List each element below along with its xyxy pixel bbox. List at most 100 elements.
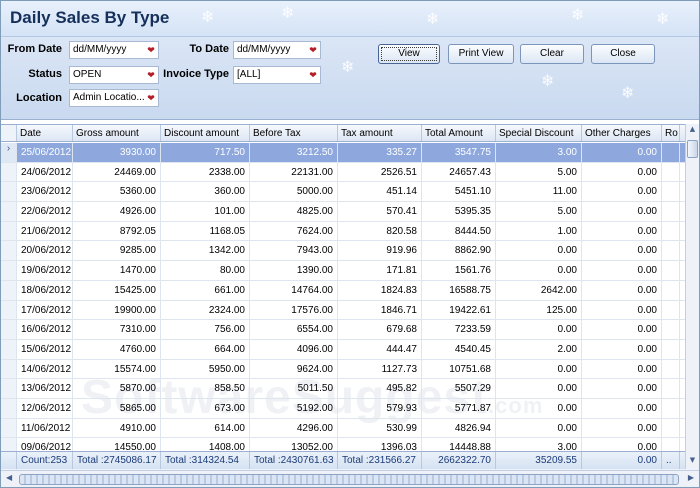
- table-cell[interactable]: 570.41: [338, 202, 422, 221]
- table-cell[interactable]: 5.00: [496, 202, 582, 221]
- table-cell[interactable]: 0.00: [582, 359, 662, 379]
- scroll-down-icon[interactable]: ▼: [686, 456, 699, 468]
- table-cell[interactable]: 19422.61: [422, 300, 496, 320]
- column-header[interactable]: Total Amount: [422, 125, 496, 141]
- table-cell[interactable]: [662, 379, 680, 398]
- table-cell[interactable]: 13/06/2012: [17, 379, 73, 398]
- table-row[interactable]: 16/06/2012 7310.00 756.00 6554.00 679.68 7233…: [1, 320, 685, 340]
- row-indicator[interactable]: [1, 300, 17, 320]
- column-header[interactable]: Tax amount: [338, 125, 422, 141]
- table-cell[interactable]: 2324.00: [161, 300, 250, 320]
- table-cell[interactable]: 1396.03: [338, 438, 422, 451]
- table-cell[interactable]: 1.00: [496, 221, 582, 241]
- table-cell[interactable]: [662, 182, 680, 202]
- table-cell[interactable]: 0.00: [582, 300, 662, 320]
- table-cell[interactable]: 101.00: [161, 202, 250, 221]
- from-date-field[interactable]: dd/MM/yyyy ❤: [69, 41, 159, 59]
- table-cell[interactable]: 5507.29: [422, 379, 496, 398]
- table-cell[interactable]: 17/06/2012: [17, 300, 73, 320]
- table-cell[interactable]: 15574.00: [73, 359, 161, 379]
- table-cell[interactable]: 2338.00: [161, 162, 250, 182]
- location-select[interactable]: Admin Locatio... ❤: [69, 89, 159, 107]
- table-cell[interactable]: [662, 320, 680, 339]
- table-cell[interactable]: 11/06/2012: [17, 418, 73, 438]
- horizontal-scroll-thumb[interactable]: [19, 474, 679, 485]
- table-cell[interactable]: 15425.00: [73, 280, 161, 300]
- table-cell[interactable]: 7310.00: [73, 320, 161, 339]
- table-cell[interactable]: 0.00: [496, 261, 582, 280]
- table-cell[interactable]: 820.58: [338, 221, 422, 241]
- table-cell[interactable]: 9285.00: [73, 241, 161, 261]
- row-indicator[interactable]: [1, 202, 17, 221]
- view-button[interactable]: View: [378, 44, 440, 64]
- table-cell[interactable]: 0.00: [582, 221, 662, 241]
- table-cell[interactable]: 0.00: [582, 320, 662, 339]
- table-cell[interactable]: 0.00: [582, 280, 662, 300]
- table-cell[interactable]: 0.00: [582, 438, 662, 451]
- table-row[interactable]: 12/06/2012 5865.00 673.00 5192.00 579.93 5771…: [1, 398, 685, 419]
- table-cell[interactable]: 14550.00: [73, 438, 161, 451]
- chevron-down-icon[interactable]: ❤: [146, 69, 156, 81]
- row-indicator[interactable]: [1, 379, 17, 398]
- table-cell[interactable]: 25/06/2012: [17, 143, 73, 162]
- table-row[interactable]: 18/06/2012 15425.00 661.00 14764.00 1824.83 1…: [1, 280, 685, 301]
- table-cell[interactable]: 8792.05: [73, 221, 161, 241]
- table-cell[interactable]: 495.82: [338, 379, 422, 398]
- table-cell[interactable]: 22131.00: [250, 162, 338, 182]
- table-cell[interactable]: 5771.87: [422, 398, 496, 418]
- table-cell[interactable]: 15/06/2012: [17, 339, 73, 359]
- row-indicator[interactable]: [1, 398, 17, 418]
- table-cell[interactable]: 14/06/2012: [17, 359, 73, 379]
- table-cell[interactable]: 23/06/2012: [17, 182, 73, 202]
- table-cell[interactable]: 20/06/2012: [17, 241, 73, 261]
- table-cell[interactable]: 6554.00: [250, 320, 338, 339]
- table-cell[interactable]: 5395.35: [422, 202, 496, 221]
- table-cell[interactable]: 5950.00: [161, 359, 250, 379]
- clear-button[interactable]: Clear: [520, 44, 584, 64]
- table-cell[interactable]: 24657.43: [422, 162, 496, 182]
- table-cell[interactable]: [662, 261, 680, 280]
- table-row[interactable]: › 25/06/2012 3930.00 717.50 3212.50 335.27 354…: [1, 143, 685, 163]
- table-cell[interactable]: 13052.00: [250, 438, 338, 451]
- table-cell[interactable]: 24/06/2012: [17, 162, 73, 182]
- table-cell[interactable]: 335.27: [338, 143, 422, 162]
- table-cell[interactable]: 5000.00: [250, 182, 338, 202]
- table-cell[interactable]: 22/06/2012: [17, 202, 73, 221]
- table-row[interactable]: 23/06/2012 5360.00 360.00 5000.00 451.14 5451…: [1, 182, 685, 203]
- table-cell[interactable]: 1470.00: [73, 261, 161, 280]
- table-cell[interactable]: 4296.00: [250, 418, 338, 438]
- table-cell[interactable]: 717.50: [161, 143, 250, 162]
- table-cell[interactable]: 3930.00: [73, 143, 161, 162]
- scroll-right-icon[interactable]: ▶: [688, 473, 694, 482]
- invoice-type-select[interactable]: [ALL] ❤: [233, 66, 321, 84]
- table-cell[interactable]: [662, 221, 680, 241]
- table-cell[interactable]: 5865.00: [73, 398, 161, 418]
- scroll-left-icon[interactable]: ◀: [6, 473, 12, 482]
- table-cell[interactable]: 2526.51: [338, 162, 422, 182]
- table-cell[interactable]: 5.00: [496, 162, 582, 182]
- table-cell[interactable]: 756.00: [161, 320, 250, 339]
- table-cell[interactable]: 7943.00: [250, 241, 338, 261]
- table-cell[interactable]: 1127.73: [338, 359, 422, 379]
- table-cell[interactable]: 5192.00: [250, 398, 338, 418]
- chevron-down-icon[interactable]: ❤: [146, 44, 156, 56]
- table-cell[interactable]: 0.00: [582, 241, 662, 261]
- table-cell[interactable]: [662, 359, 680, 379]
- table-cell[interactable]: [662, 280, 680, 300]
- row-indicator[interactable]: [1, 339, 17, 359]
- table-row[interactable]: 14/06/2012 15574.00 5950.00 9624.00 1127.73 1…: [1, 359, 685, 380]
- row-indicator[interactable]: [1, 182, 17, 202]
- table-cell[interactable]: [662, 339, 680, 359]
- table-row[interactable]: 20/06/2012 9285.00 1342.00 7943.00 919.96 886…: [1, 241, 685, 262]
- to-date-field[interactable]: dd/MM/yyyy ❤: [233, 41, 321, 59]
- table-cell[interactable]: 8444.50: [422, 221, 496, 241]
- column-header[interactable]: Before Tax: [250, 125, 338, 141]
- vertical-scrollbar[interactable]: ▲ ▼: [685, 124, 699, 469]
- print-view-button[interactable]: Print View: [448, 44, 514, 64]
- table-cell[interactable]: 4826.94: [422, 418, 496, 438]
- table-row[interactable]: 21/06/2012 8792.05 1168.05 7624.00 820.58 844…: [1, 221, 685, 242]
- table-cell[interactable]: 4540.45: [422, 339, 496, 359]
- table-cell[interactable]: 14448.88: [422, 438, 496, 451]
- table-cell[interactable]: [662, 162, 680, 182]
- table-cell[interactable]: 0.00: [582, 339, 662, 359]
